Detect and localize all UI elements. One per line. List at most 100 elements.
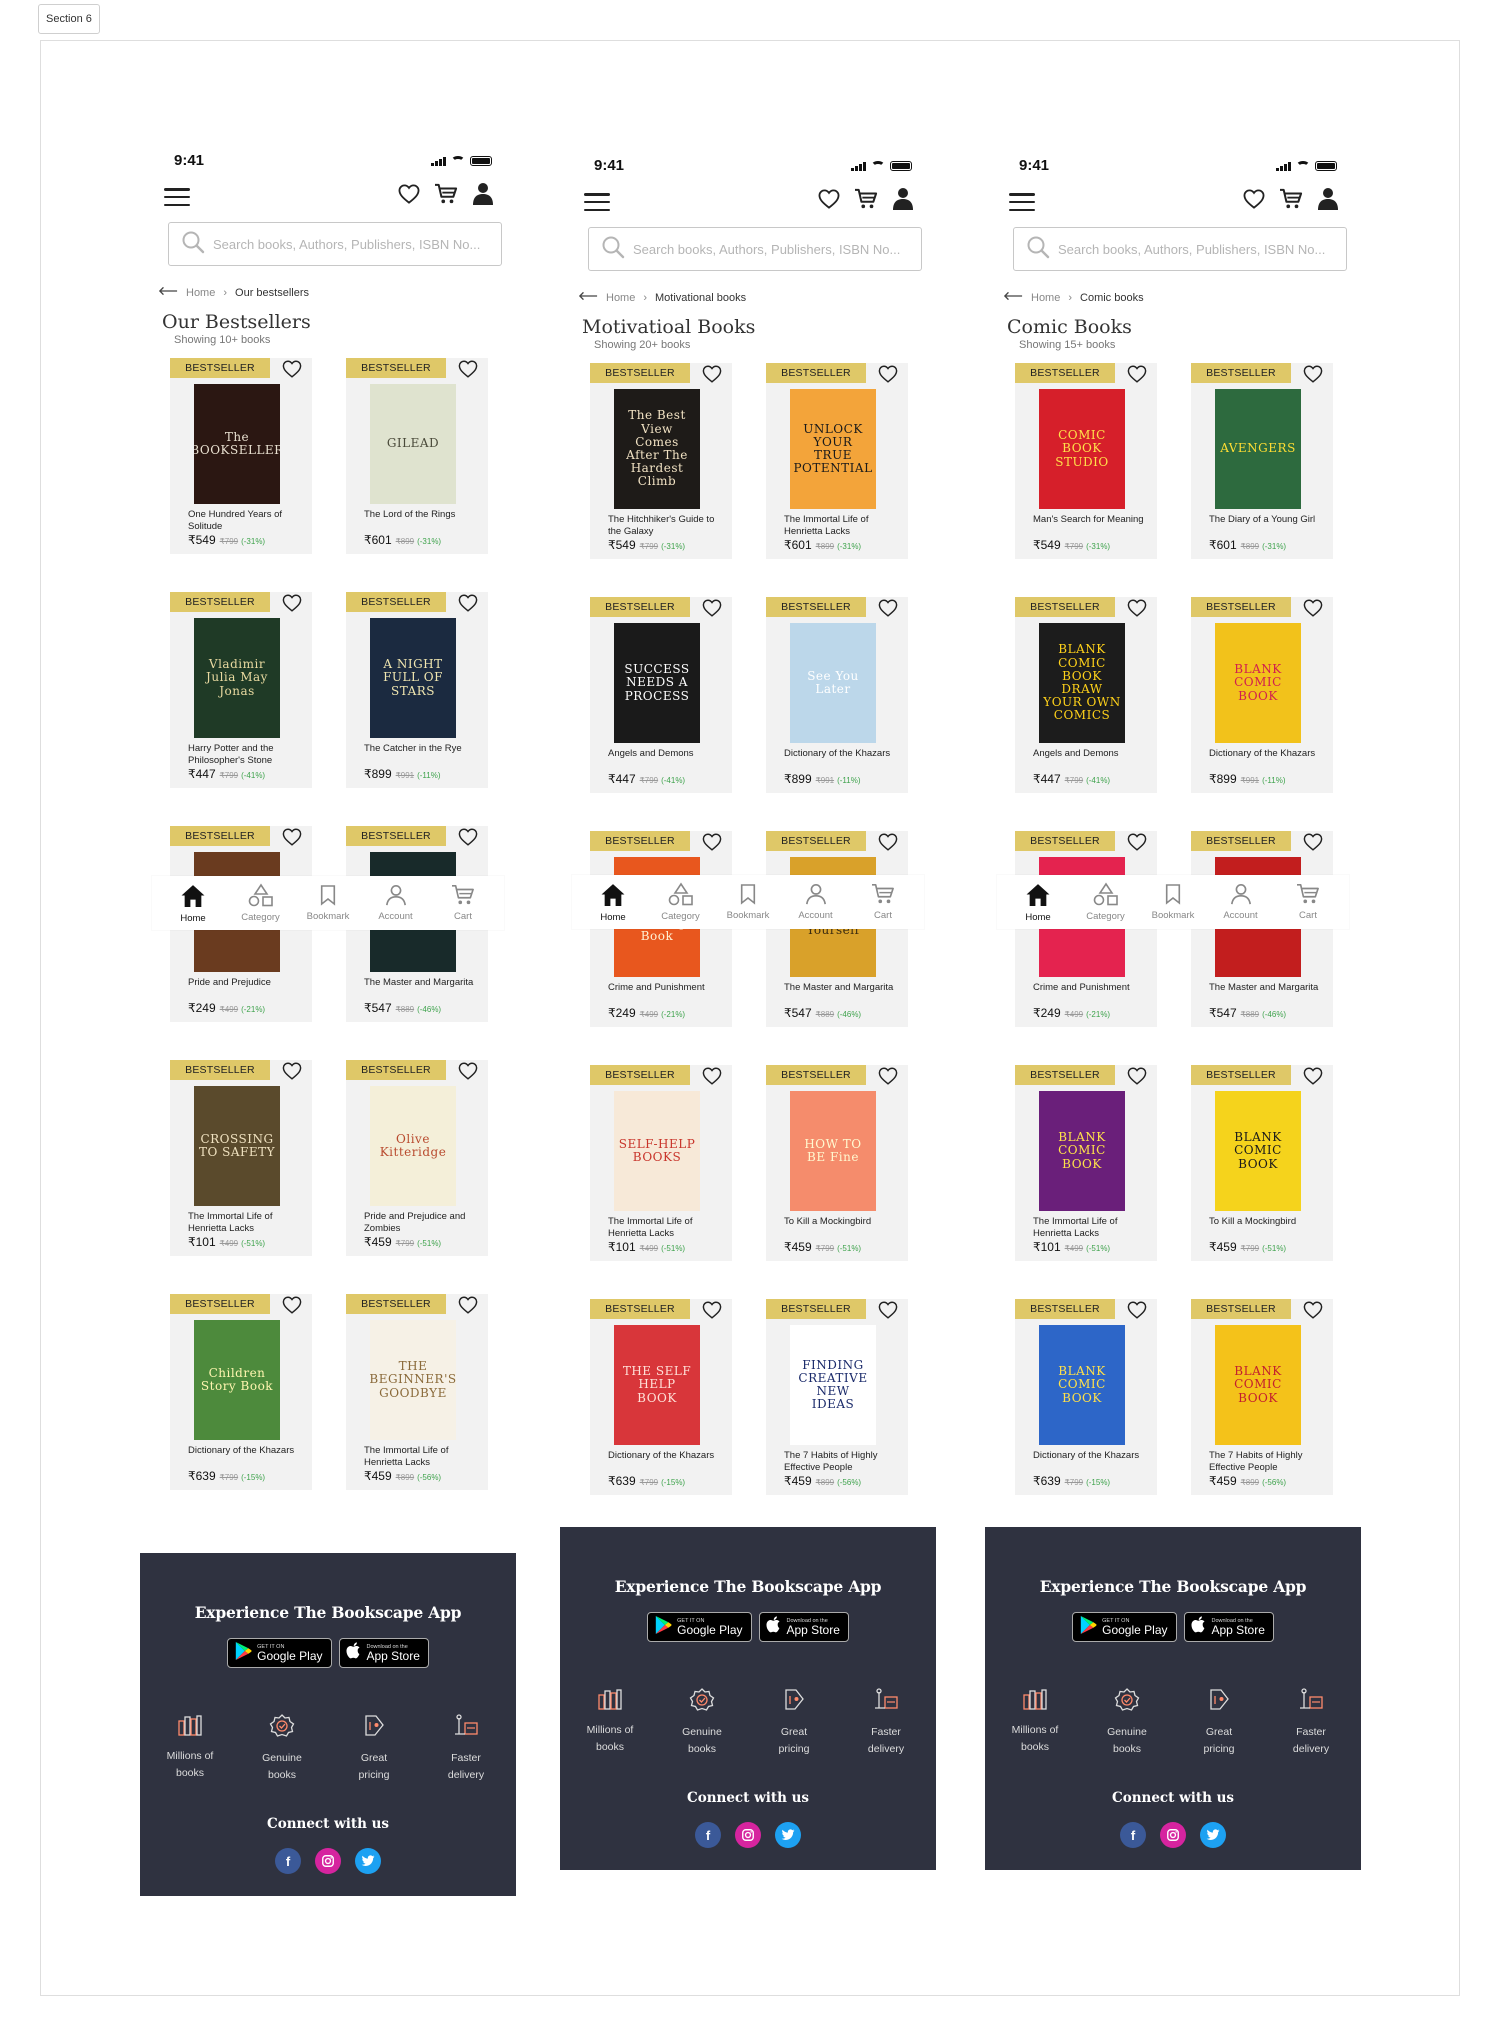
- book-cover[interactable]: The Best View Comes After The Hardest Cl…: [614, 389, 700, 509]
- book-cover[interactable]: Children Story Book: [194, 1320, 280, 1440]
- twitter-icon[interactable]: [355, 1848, 381, 1874]
- tab-cart[interactable]: Cart: [1275, 875, 1341, 929]
- book-card[interactable]: BESTSELLER BLANK COMIC BOOK Dictionary o…: [1191, 597, 1333, 793]
- hamburger-menu-icon[interactable]: [164, 188, 190, 206]
- twitter-icon[interactable]: [1200, 1822, 1226, 1848]
- heart-icon[interactable]: [878, 1301, 898, 1319]
- book-title[interactable]: The Immortal Life of Henrietta Lacks: [188, 1211, 300, 1234]
- tab-bookmark[interactable]: Bookmark: [295, 876, 361, 930]
- heart-icon[interactable]: [458, 594, 478, 612]
- heart-icon[interactable]: [1303, 599, 1323, 617]
- tab-bookmark[interactable]: Bookmark: [715, 875, 781, 929]
- book-title[interactable]: To Kill a Mockingbird: [1209, 1216, 1321, 1228]
- tab-home[interactable]: Home: [160, 876, 226, 930]
- book-cover[interactable]: Olive Kitteridge: [370, 1086, 456, 1206]
- book-card[interactable]: BESTSELLER BLANK COMIC Crime and Punishm…: [1015, 831, 1157, 1027]
- heart-icon[interactable]: [1303, 833, 1323, 851]
- google-play-button[interactable]: GET IT ON Google Play: [1072, 1612, 1177, 1642]
- facebook-icon[interactable]: f: [695, 1822, 721, 1848]
- book-cover[interactable]: Vladimir Julia May Jonas: [194, 618, 280, 738]
- book-title[interactable]: The Catcher in the Rye: [364, 743, 476, 755]
- book-card[interactable]: BESTSELLER Vladimir Julia May Jonas Harr…: [170, 592, 312, 788]
- heart-icon[interactable]: [282, 594, 302, 612]
- book-title[interactable]: To Kill a Mockingbird: [784, 1216, 896, 1228]
- heart-icon[interactable]: [878, 1067, 898, 1085]
- heart-icon[interactable]: [458, 360, 478, 378]
- tab-account[interactable]: Account: [363, 876, 429, 930]
- book-title[interactable]: The Lord of the Rings: [364, 509, 476, 521]
- heart-icon[interactable]: [1127, 365, 1147, 383]
- search-bar[interactable]: [1013, 227, 1347, 271]
- facebook-icon[interactable]: f: [1120, 1822, 1146, 1848]
- tab-category[interactable]: Category: [228, 876, 294, 930]
- book-cover[interactable]: GILEAD: [370, 384, 456, 504]
- heart-icon[interactable]: [1303, 1067, 1323, 1085]
- breadcrumb-home[interactable]: Home: [1031, 292, 1060, 304]
- back-arrow-icon[interactable]: [158, 286, 178, 299]
- wishlist-heart-icon[interactable]: [398, 184, 420, 209]
- heart-icon[interactable]: [1127, 599, 1147, 617]
- book-title[interactable]: Dictionary of the Khazars: [784, 748, 896, 760]
- book-title[interactable]: Dictionary of the Khazars: [608, 1450, 720, 1462]
- book-title[interactable]: The Master and Margarita: [1209, 982, 1321, 994]
- book-title[interactable]: The Hitchhiker's Guide to the Galaxy: [608, 514, 720, 537]
- book-title[interactable]: Pride and Prejudice: [188, 977, 300, 989]
- book-cover[interactable]: BLANK COMIC BOOK: [1215, 1091, 1301, 1211]
- instagram-icon[interactable]: [315, 1848, 341, 1874]
- book-card[interactable]: BESTSELLER How to Write a Self-Help Book…: [590, 831, 732, 1027]
- book-cover[interactable]: A NIGHT FULL OF STARS: [370, 618, 456, 738]
- book-cover[interactable]: THE BEGINNER'S GOODBYE: [370, 1320, 456, 1440]
- book-title[interactable]: The Immortal Life of Henrietta Lacks: [1033, 1216, 1145, 1239]
- app-store-button[interactable]: Download on the App Store: [338, 1638, 429, 1668]
- google-play-button[interactable]: GET IT ON Google Play: [647, 1612, 752, 1642]
- cart-icon[interactable]: [1279, 188, 1303, 215]
- book-cover[interactable]: AVENGERS: [1215, 389, 1301, 509]
- book-cover[interactable]: BLANK COMIC BOOK DRAW YOUR OWN COMICS: [1039, 623, 1125, 743]
- book-title[interactable]: Angels and Demons: [608, 748, 720, 760]
- facebook-icon[interactable]: f: [275, 1848, 301, 1874]
- tab-cart[interactable]: Cart: [430, 876, 496, 930]
- book-title[interactable]: Dictionary of the Khazars: [1209, 748, 1321, 760]
- search-input[interactable]: [1058, 241, 1338, 257]
- google-play-button[interactable]: GET IT ON Google Play: [227, 1638, 332, 1668]
- cart-icon[interactable]: [854, 188, 878, 215]
- heart-icon[interactable]: [702, 365, 722, 383]
- book-card[interactable]: BESTSELLER SUCCESS NEEDS A PROCESS Angel…: [590, 597, 732, 793]
- twitter-icon[interactable]: [775, 1822, 801, 1848]
- book-cover[interactable]: SELF-HELP BOOKS: [614, 1091, 700, 1211]
- cart-icon[interactable]: [434, 183, 458, 210]
- book-title[interactable]: Pride and Prejudice and Zombies: [364, 1211, 476, 1234]
- book-cover[interactable]: FINDING CREATIVE NEW IDEAS: [790, 1325, 876, 1445]
- book-card[interactable]: BESTSELLER COMIC BOOK STUDIO Man's Searc…: [1015, 363, 1157, 559]
- book-title[interactable]: Harry Potter and the Philosopher's Stone: [188, 743, 300, 766]
- tab-bookmark[interactable]: Bookmark: [1140, 875, 1206, 929]
- heart-icon[interactable]: [282, 360, 302, 378]
- heart-icon[interactable]: [458, 828, 478, 846]
- book-card[interactable]: BESTSELLER FINDING CREATIVE NEW IDEAS Th…: [766, 1299, 908, 1495]
- heart-icon[interactable]: [878, 833, 898, 851]
- book-cover[interactable]: CROSSING TO SAFETY: [194, 1086, 280, 1206]
- tab-category[interactable]: Category: [648, 875, 714, 929]
- heart-icon[interactable]: [702, 599, 722, 617]
- book-title[interactable]: Angels and Demons: [1033, 748, 1145, 760]
- book-cover[interactable]: HOW TO BE Fine: [790, 1091, 876, 1211]
- book-card[interactable]: BESTSELLER BLANK COMIC BOOK DRAW YOUR OW…: [1015, 597, 1157, 793]
- book-card[interactable]: BESTSELLER BLANK COMIC BOOK The 7 Habits…: [1191, 1299, 1333, 1495]
- search-input[interactable]: [633, 241, 913, 257]
- heart-icon[interactable]: [282, 828, 302, 846]
- hamburger-menu-icon[interactable]: [1009, 193, 1035, 211]
- book-card[interactable]: BESTSELLER BLANK COMIC BOOK To Kill a Mo…: [1191, 1065, 1333, 1261]
- book-card[interactable]: BESTSELLER The Best View Comes After The…: [590, 363, 732, 559]
- book-cover[interactable]: See You Later: [790, 623, 876, 743]
- search-bar[interactable]: [168, 222, 502, 266]
- book-cover[interactable]: THE SELF HELP BOOK: [614, 1325, 700, 1445]
- tab-home[interactable]: Home: [580, 875, 646, 929]
- book-cover[interactable]: BLANK COMIC BOOK: [1039, 1091, 1125, 1211]
- book-cover[interactable]: The BOOKSELLER: [194, 384, 280, 504]
- book-title[interactable]: Man's Search for Meaning: [1033, 514, 1145, 526]
- tab-account[interactable]: Account: [1208, 875, 1274, 929]
- book-title[interactable]: The Immortal Life of Henrietta Lacks: [608, 1216, 720, 1239]
- book-title[interactable]: Crime and Punishment: [1033, 982, 1145, 994]
- book-cover[interactable]: BLANK COMIC BOOK: [1215, 623, 1301, 743]
- heart-icon[interactable]: [702, 1067, 722, 1085]
